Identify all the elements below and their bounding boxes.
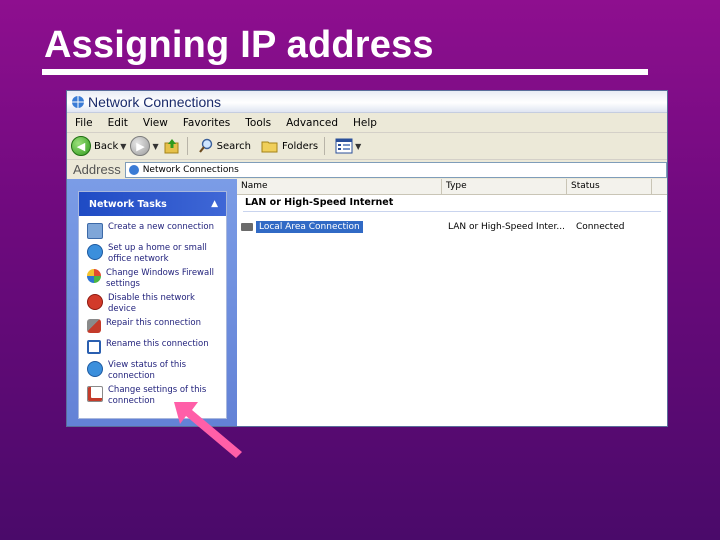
task-pane: Network Tasks ▲ Create a new connection …: [67, 179, 237, 426]
network-tasks-title: Network Tasks: [89, 198, 167, 210]
create-connection-icon: [87, 223, 103, 239]
task-label: Rename this connection: [106, 339, 209, 349]
pointer-arrow-icon: [174, 402, 242, 458]
up-folder-icon: [164, 139, 179, 154]
folders-button[interactable]: Folders: [261, 138, 318, 154]
menu-tools[interactable]: Tools: [237, 117, 278, 129]
connection-status: Connected: [576, 222, 625, 232]
task-rename[interactable]: Rename this connection: [79, 339, 226, 360]
menu-view[interactable]: View: [135, 117, 175, 129]
home-network-icon: [87, 244, 103, 260]
network-tasks-header[interactable]: Network Tasks ▲: [79, 192, 226, 216]
repair-icon: [87, 319, 101, 333]
toolbar: ◀ Back ▼ ▶ ▼ Search Folders ▼: [67, 133, 667, 160]
task-view-status[interactable]: View status of this connection: [79, 360, 226, 385]
search-icon: [198, 138, 212, 153]
task-label: Set up a home or small office network: [108, 243, 207, 264]
task-label: Disable this network device: [108, 293, 195, 314]
rename-icon: [87, 340, 101, 354]
view-status-icon: [87, 361, 103, 377]
task-create-connection[interactable]: Create a new connection: [79, 222, 226, 243]
group-divider: [243, 211, 661, 212]
menu-bar: File Edit View Favorites Tools Advanced …: [67, 113, 667, 133]
collapse-chevron-icon[interactable]: ▲: [211, 199, 218, 209]
task-label: Repair this connection: [106, 318, 201, 328]
toolbar-separator: [324, 137, 326, 155]
folders-label: Folders: [281, 140, 319, 152]
network-connections-icon: [72, 95, 84, 108]
title-underline: [42, 69, 648, 75]
back-button[interactable]: ◀ Back ▼: [71, 136, 126, 156]
column-header-type[interactable]: Type: [442, 179, 567, 194]
window-titlebar[interactable]: Network Connections: [67, 91, 667, 113]
change-settings-icon: [87, 386, 103, 402]
views-button[interactable]: ▼: [335, 138, 361, 154]
forward-dropdown-icon[interactable]: ▼: [152, 142, 158, 151]
address-bar: Address Network Connections: [67, 160, 667, 180]
menu-advanced[interactable]: Advanced: [278, 117, 345, 129]
connection-name: Local Area Connection: [256, 221, 363, 233]
folders-icon: [261, 141, 278, 153]
forward-button[interactable]: ▶ ▼: [130, 136, 159, 156]
network-adapter-icon: [241, 223, 253, 231]
back-arrow-icon: ◀: [71, 136, 91, 156]
column-header-name[interactable]: Name: [237, 179, 442, 194]
back-dropdown-icon[interactable]: ▼: [120, 142, 126, 151]
menu-file[interactable]: File: [67, 117, 100, 129]
network-connections-icon: [128, 164, 139, 175]
group-header: LAN or High-Speed Internet: [245, 197, 394, 208]
search-label: Search: [216, 140, 251, 152]
task-label: Change Windows Firewall settings: [106, 268, 214, 289]
firewall-icon: [87, 269, 101, 283]
address-label: Address: [73, 162, 121, 177]
menu-help[interactable]: Help: [345, 117, 384, 129]
task-disable-device[interactable]: Disable this network device: [79, 293, 226, 318]
menu-edit[interactable]: Edit: [100, 117, 135, 129]
network-tasks-panel: Network Tasks ▲ Create a new connection …: [78, 191, 227, 419]
toolbar-separator: [186, 137, 188, 155]
column-header-status[interactable]: Status: [567, 179, 652, 194]
network-connections-window: Network Connections File Edit View Favor…: [66, 90, 668, 427]
connections-list: Name Type Status LAN or High-Speed Inter…: [237, 179, 667, 426]
back-label: Back: [94, 140, 119, 152]
task-label: View status of this connection: [108, 360, 187, 381]
forward-arrow-icon: ▶: [130, 136, 151, 156]
up-folder-button[interactable]: [163, 137, 181, 155]
window-title: Network Connections: [88, 93, 222, 110]
table-row[interactable]: Local Area Connection LAN or High-Speed …: [237, 219, 667, 235]
task-repair[interactable]: Repair this connection: [79, 318, 226, 339]
arrow-shape: [174, 402, 242, 458]
address-input[interactable]: Network Connections: [124, 161, 667, 178]
window-content: Network Tasks ▲ Create a new connection …: [67, 179, 667, 426]
slide-title: Assigning IP address: [44, 24, 434, 66]
connection-type: LAN or High-Speed Inter...: [448, 222, 565, 232]
task-label: Create a new connection: [108, 222, 214, 232]
search-button[interactable]: Search: [198, 138, 251, 154]
views-icon: [335, 138, 353, 154]
menu-favorites[interactable]: Favorites: [175, 117, 237, 129]
task-firewall[interactable]: Change Windows Firewall settings: [79, 268, 226, 293]
column-headers: Name Type Status: [237, 179, 667, 195]
disable-device-icon: [87, 294, 103, 310]
connection-name-cell[interactable]: Local Area Connection: [237, 221, 445, 233]
address-value: Network Connections: [142, 164, 239, 175]
network-tasks-list: Create a new connection Set up a home or…: [79, 216, 226, 410]
views-dropdown-icon[interactable]: ▼: [355, 142, 361, 151]
task-home-network[interactable]: Set up a home or small office network: [79, 243, 226, 268]
